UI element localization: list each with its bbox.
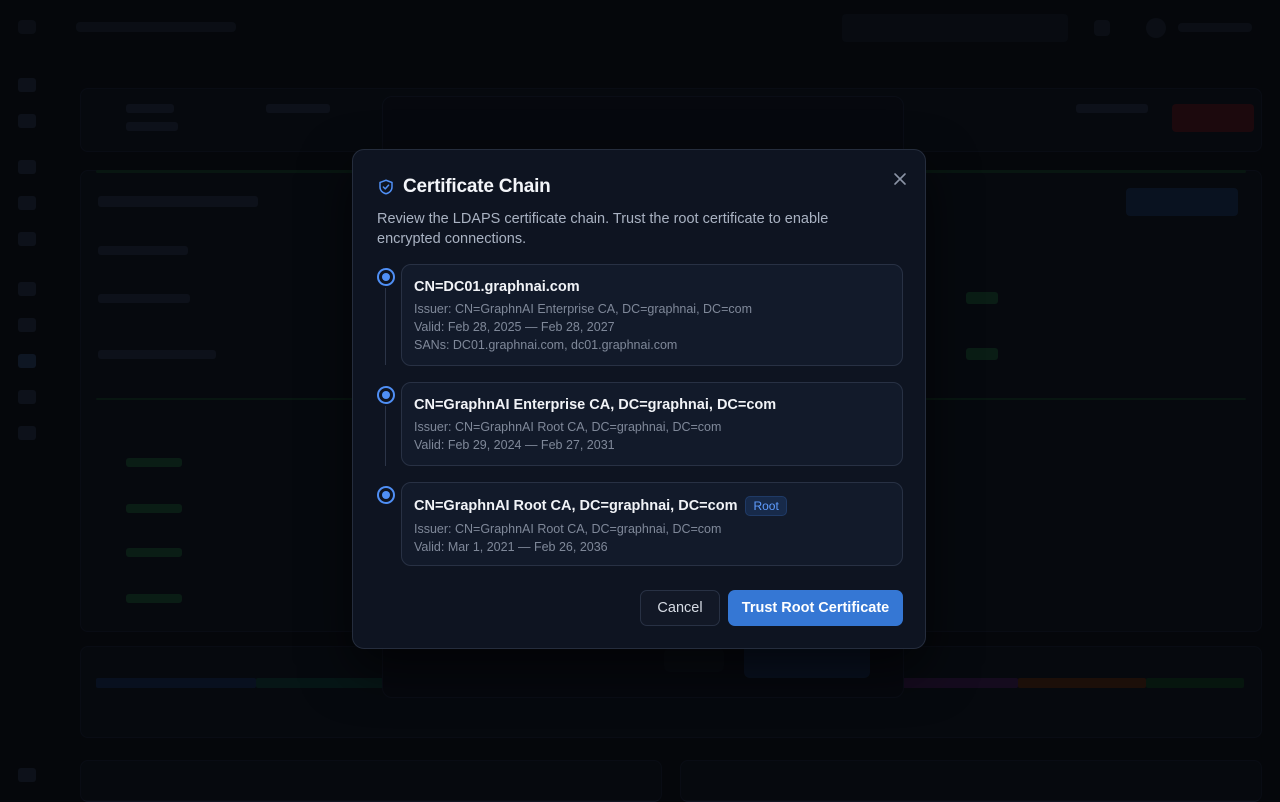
chain-connector [385, 288, 386, 365]
certificate-subject: CN=GraphnAI Root CA, DC=graphnai, DC=com… [414, 496, 890, 516]
chain-connector [385, 406, 386, 466]
cancel-button[interactable]: Cancel [640, 590, 720, 626]
close-button[interactable] [891, 170, 909, 188]
chain-node-icon [377, 268, 395, 286]
chain-node-icon [377, 386, 395, 404]
certificate-subject: CN=GraphnAI Enterprise CA, DC=graphnai, … [414, 396, 890, 414]
chain-node-icon [377, 486, 395, 504]
certificate-card[interactable]: CN=DC01.graphnai.com Issuer: CN=GraphnAI… [401, 264, 903, 366]
shield-check-icon [377, 178, 395, 196]
subject-text: CN=GraphnAI Enterprise CA, DC=graphnai, … [414, 397, 777, 413]
certificate-issuer: Issuer: CN=GraphnAI Root CA, DC=graphnai… [414, 420, 722, 434]
trust-root-certificate-button[interactable]: Trust Root Certificate [728, 590, 903, 626]
certificate-issuer: Issuer: CN=GraphnAI Root CA, DC=graphnai… [414, 522, 722, 536]
certificate-validity: Valid: Feb 29, 2024 — Feb 27, 2031 [414, 438, 615, 452]
certificate-subject: CN=DC01.graphnai.com [414, 278, 890, 296]
certificate-issuer: Issuer: CN=GraphnAI Enterprise CA, DC=gr… [414, 302, 752, 316]
root-badge: Root [745, 496, 787, 516]
certificate-card[interactable]: CN=GraphnAI Root CA, DC=graphnai, DC=com… [401, 482, 903, 566]
certificate-chain-dialog: Certificate Chain Review the LDAPS certi… [352, 149, 926, 649]
close-icon [893, 172, 907, 186]
subject-text: CN=DC01.graphnai.com [414, 279, 580, 295]
certificate-validity: Valid: Feb 28, 2025 — Feb 28, 2027 [414, 320, 615, 334]
dialog-title: Certificate Chain [403, 176, 551, 197]
subject-text: CN=GraphnAI Root CA, DC=graphnai, DC=com [414, 498, 738, 514]
certificate-validity: Valid: Mar 1, 2021 — Feb 26, 2036 [414, 540, 608, 554]
dialog-header: Certificate Chain [377, 176, 551, 198]
dialog-description: Review the LDAPS certificate chain. Trus… [377, 211, 829, 247]
certificate-sans: SANs: DC01.graphnai.com, dc01.graphnai.c… [414, 338, 678, 352]
certificate-card[interactable]: CN=GraphnAI Enterprise CA, DC=graphnai, … [401, 382, 903, 466]
